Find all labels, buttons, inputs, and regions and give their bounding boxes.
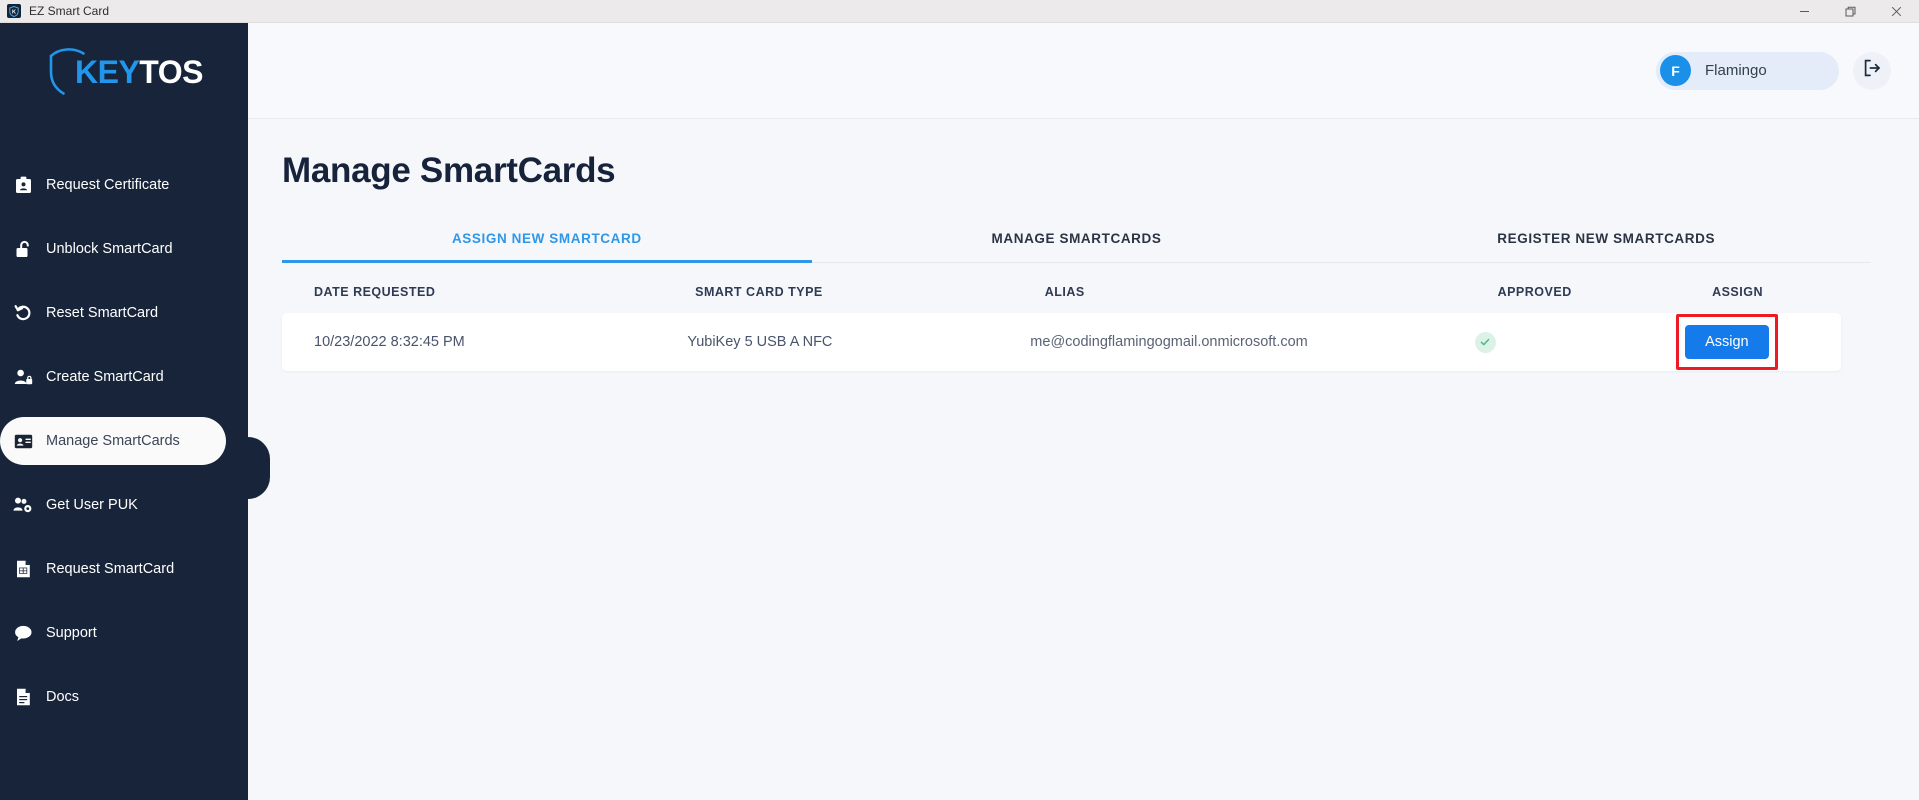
document-grid-icon (12, 558, 34, 580)
chat-bubble-icon (12, 622, 34, 644)
file-text-icon (12, 686, 34, 708)
sidebar-item-docs[interactable]: Docs (0, 673, 248, 721)
app-body: KEYTOS Request Certificate Unblock Smart… (0, 23, 1919, 800)
sidebar-item-label: Manage SmartCards (46, 433, 180, 449)
users-gear-icon (12, 494, 34, 516)
app-icon: K (7, 4, 21, 18)
user-chip[interactable]: F Flamingo (1656, 51, 1839, 90)
svg-text:K: K (12, 9, 16, 15)
brand-logo: KEYTOS (0, 23, 248, 121)
sidebar-item-label: Docs (46, 689, 80, 705)
tab-manage-smartcards[interactable]: MANAGE SMARTCARDS (812, 219, 1342, 262)
sidebar-item-label: Reset SmartCard (46, 305, 159, 321)
tab-register-new-smartcards[interactable]: REGISTER NEW SMARTCARDS (1341, 219, 1871, 262)
sidebar-item-label: Unblock SmartCard (46, 241, 173, 257)
logo-tos-text: TOS (139, 54, 203, 90)
minimize-button[interactable] (1781, 0, 1827, 22)
sidebar-item-label: Support (46, 625, 97, 641)
sidebar-item-request-certificate[interactable]: Request Certificate (0, 161, 248, 209)
sidebar-item-unblock-smartcard[interactable]: Unblock SmartCard (0, 225, 248, 273)
sidebar-item-request-smartcard[interactable]: Request SmartCard (0, 545, 248, 593)
user-lock-icon (12, 366, 34, 388)
padlock-open-icon (12, 238, 34, 260)
window-titlebar: K EZ Smart Card (0, 0, 1919, 23)
table-row[interactable]: 10/23/2022 8:32:45 PM YubiKey 5 USB A NF… (282, 313, 1841, 371)
sidebar-item-create-smartcard[interactable]: Create SmartCard (0, 353, 248, 401)
id-card-icon (12, 430, 34, 452)
avatar: F (1660, 55, 1691, 86)
table-header-row: DATE REQUESTED SMART CARD TYPE ALIAS APP… (282, 263, 1871, 313)
sidebar: KEYTOS Request Certificate Unblock Smart… (0, 23, 270, 800)
page-title: Manage SmartCards (282, 151, 616, 190)
logo-key-text: KEY (75, 54, 140, 90)
cell-assign: Assign (1676, 314, 1841, 370)
sidebar-item-label: Create SmartCard (46, 369, 164, 385)
sign-out-icon (1863, 59, 1881, 82)
main-area: F Flamingo Manage SmartCards ASSIGN NEW … (248, 23, 1919, 800)
restore-button[interactable] (1827, 0, 1873, 22)
sidebar-item-label: Request Certificate (46, 177, 170, 193)
sidebar-item-get-user-puk[interactable]: Get User PUK (0, 481, 248, 529)
column-header-alias: ALIAS (1044, 285, 1085, 299)
cell-approved (1474, 331, 1685, 353)
undo-arrow-icon (12, 302, 34, 324)
sidebar-item-label: Request SmartCard (46, 561, 175, 577)
column-header-smart-card-type: SMART CARD TYPE (695, 285, 823, 299)
column-header-date-requested: DATE REQUESTED (314, 285, 436, 299)
window-controls (1781, 0, 1919, 22)
id-badge-icon (12, 174, 34, 196)
cell-smart-card-type: YubiKey 5 USB A NFC (687, 334, 833, 350)
check-icon (1474, 331, 1496, 353)
close-button[interactable] (1873, 0, 1919, 22)
assign-button[interactable]: Assign (1685, 325, 1769, 359)
column-header-approved: APPROVED (1497, 285, 1572, 299)
assign-button-wrapper: Assign (1676, 314, 1778, 370)
sidebar-item-support[interactable]: Support (0, 609, 248, 657)
cell-date-requested: 10/23/2022 8:32:45 PM (314, 334, 465, 350)
tab-assign-new-smartcard[interactable]: ASSIGN NEW SMARTCARD (282, 219, 812, 263)
logout-button[interactable] (1853, 51, 1891, 90)
column-header-assign: ASSIGN (1712, 285, 1763, 299)
top-bar: F Flamingo (248, 23, 1919, 119)
tab-bar: ASSIGN NEW SMARTCARD MANAGE SMARTCARDS R… (282, 219, 1871, 263)
sidebar-item-reset-smartcard[interactable]: Reset SmartCard (0, 289, 248, 337)
sidebar-nav: Request Certificate Unblock SmartCard Re… (0, 161, 248, 721)
cell-alias: me@codingflamingogmail.onmicrosoft.com (1030, 334, 1308, 350)
content-area: Manage SmartCards ASSIGN NEW SMARTCARD M… (248, 119, 1919, 800)
window-title: EZ Smart Card (29, 4, 110, 18)
sidebar-item-manage-smartcards[interactable]: Manage SmartCards (0, 417, 226, 465)
sidebar-item-label: Get User PUK (46, 497, 138, 513)
user-name: Flamingo (1705, 62, 1767, 79)
